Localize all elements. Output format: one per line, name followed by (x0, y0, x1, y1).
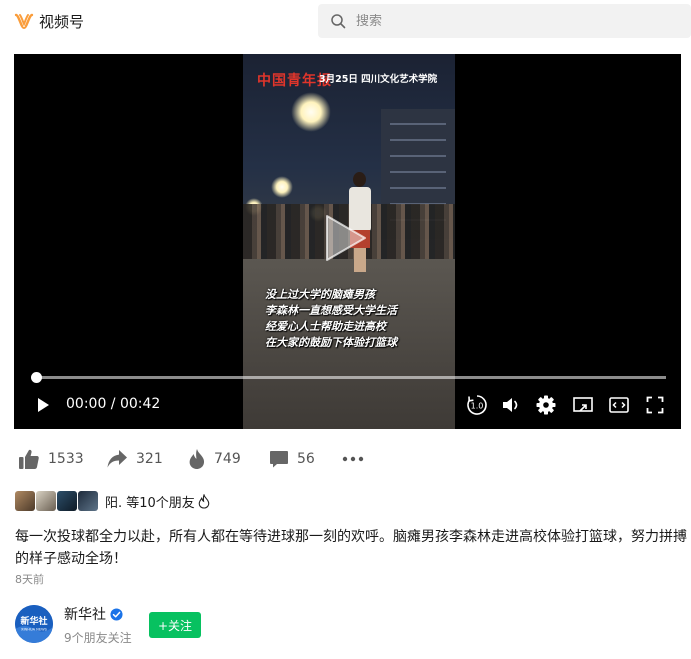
author-avatar-text: 新华社 (20, 615, 47, 627)
center-play-icon[interactable] (323, 212, 369, 264)
thumbs-up-icon (19, 449, 39, 469)
share-button[interactable]: 321 (106, 447, 163, 471)
video-description: 每一次投球都全力以赴，所有人都在等待进球那一刻的欢呼。脑瘫男孩李森林走进高校体验… (15, 529, 687, 567)
friend-avatar (15, 491, 35, 511)
author-avatar[interactable]: 新华社 XINHUA NEWS (15, 605, 53, 643)
time-display: 00:00 / 00:42 (66, 396, 161, 412)
play-icon (38, 398, 49, 412)
playback-speed-icon: 1.0 (467, 395, 487, 415)
overlay-caption-line: 没上过大学的脑瘫男孩 (265, 288, 375, 301)
cast-icon (573, 397, 593, 412)
search-input[interactable] (356, 13, 656, 29)
volume-icon (503, 398, 518, 412)
overlay-date: 3月25日 四川文化艺术学院 (319, 74, 438, 85)
more-dots-icon (342, 456, 364, 462)
share-icon (107, 450, 127, 468)
overlay-caption-line: 李森林一直想感受大学生活 (265, 304, 397, 317)
channels-logo-icon (14, 13, 34, 29)
progress-bar[interactable] (36, 376, 666, 379)
speed-label: 1.0 (471, 402, 484, 411)
friends-liked-text: 阳. 等10个朋友 (105, 495, 195, 511)
fullscreen-button[interactable] (644, 394, 666, 416)
fullscreen-icon (646, 396, 664, 414)
heart-button[interactable]: 749 (188, 447, 241, 471)
logo-text: 视频号 (39, 12, 85, 31)
author-followed-by: 9个朋友关注 (64, 631, 132, 645)
verified-badge-icon (110, 607, 123, 621)
volume-button[interactable] (500, 394, 522, 416)
progress-handle[interactable] (31, 372, 42, 383)
play-button[interactable] (34, 394, 52, 416)
like-count: 1533 (48, 451, 84, 467)
overlay-caption-line: 经爱心人士帮助走进高校 (265, 320, 386, 333)
share-count: 321 (136, 451, 163, 467)
friend-avatar (57, 491, 77, 511)
logo[interactable]: 视频号 (14, 9, 84, 33)
more-button[interactable] (342, 447, 364, 471)
author-name: 新华社 (64, 607, 106, 623)
frame-stadium-light (271, 176, 293, 198)
friend-avatar (78, 491, 98, 511)
comment-icon (270, 451, 288, 468)
flame-outline-icon (198, 493, 210, 509)
author-name-row[interactable]: 新华社 (64, 604, 123, 624)
overlay-caption-line: 在大家的鼓励下体验打篮球 (265, 336, 397, 349)
video-player[interactable]: 中国青年报 3月25日 四川文化艺术学院 没上过大学的脑瘫男孩 李森林一直想感受… (14, 54, 681, 429)
settings-button[interactable] (535, 394, 557, 416)
like-button[interactable]: 1533 (18, 447, 84, 471)
top-bar: 视频号 (0, 0, 691, 44)
gear-icon (536, 395, 556, 415)
friends-liked-row[interactable]: 阳. 等10个朋友 (15, 490, 210, 512)
follow-button[interactable]: +关注 (149, 612, 201, 638)
wide-mode-icon (609, 397, 629, 413)
xinhua-logo-icon: 新华社 XINHUA NEWS (15, 605, 53, 643)
friend-avatar (36, 491, 56, 511)
wide-mode-button[interactable] (607, 394, 631, 416)
playback-speed-button[interactable]: 1.0 (465, 394, 489, 416)
heart-count: 749 (214, 451, 241, 467)
overlay-captions: 没上过大学的脑瘫男孩 李森林一直想感受大学生活 经爱心人士帮助走进高校 在大家的… (265, 287, 397, 351)
search-icon (331, 14, 346, 29)
cast-button[interactable] (571, 394, 595, 416)
video-frame[interactable]: 中国青年报 3月25日 四川文化艺术学院 没上过大学的脑瘫男孩 李森林一直想感受… (243, 54, 455, 429)
comment-button[interactable]: 56 (269, 447, 315, 471)
flame-icon (189, 449, 205, 469)
search-box[interactable] (318, 4, 691, 38)
comment-count: 56 (297, 451, 315, 467)
author-avatar-subtext: XINHUA NEWS (21, 628, 48, 632)
posted-time: 8天前 (15, 573, 44, 586)
frame-stadium-light (291, 92, 331, 132)
